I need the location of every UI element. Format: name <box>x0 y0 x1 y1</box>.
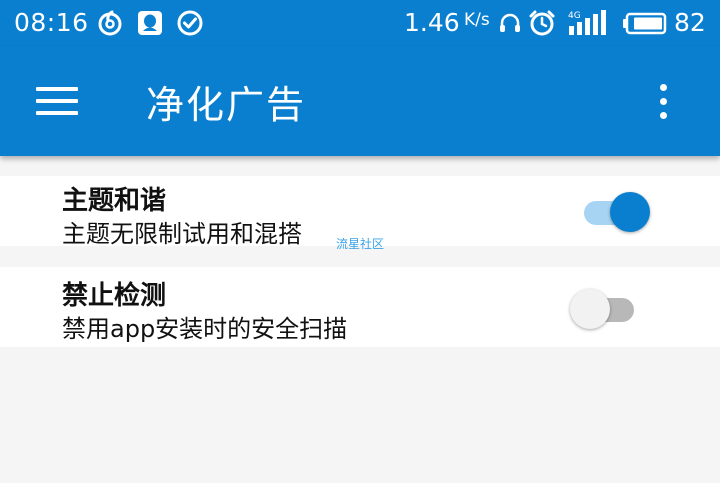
menu-button[interactable] <box>24 77 88 125</box>
battery-percent: 82 <box>674 8 706 37</box>
setting-title: 禁止检测 <box>62 281 167 311</box>
setting-subtitle: 禁用app安装时的安全扫描 <box>62 315 348 343</box>
setting-subtitle: 主题无限制试用和混搭 <box>62 220 302 248</box>
signal-4g-icon: 4G <box>568 10 606 35</box>
qq-icon <box>138 11 162 35</box>
setting-title: 主题和谐 <box>62 186 167 216</box>
network-speed-unit: K/s <box>464 10 490 30</box>
alarm-icon <box>529 10 555 36</box>
overflow-menu-button[interactable] <box>644 78 684 124</box>
switch-thumb <box>610 192 650 232</box>
detection-toggle-switch[interactable] <box>570 285 642 329</box>
page-title: 净化广告 <box>146 83 307 127</box>
network-speed: 1.46 <box>404 8 460 37</box>
theme-toggle-switch[interactable] <box>580 188 652 232</box>
check-circle-icon <box>177 10 203 36</box>
setting-row-detection[interactable]: 禁止检测 禁用app安装时的安全扫描 <box>0 267 720 347</box>
netease-music-icon <box>98 10 122 36</box>
status-time: 08:16 <box>14 8 89 37</box>
battery-icon <box>623 12 667 35</box>
switch-thumb <box>570 289 610 329</box>
network-type: 4G <box>568 11 581 21</box>
watermark-text: 流星社区 <box>336 237 385 251</box>
status-bar: 08:16 1.46 K/s 4G 82 <box>0 0 720 46</box>
app-bar: 净化广告 <box>0 46 720 156</box>
headset-icon <box>500 13 520 32</box>
